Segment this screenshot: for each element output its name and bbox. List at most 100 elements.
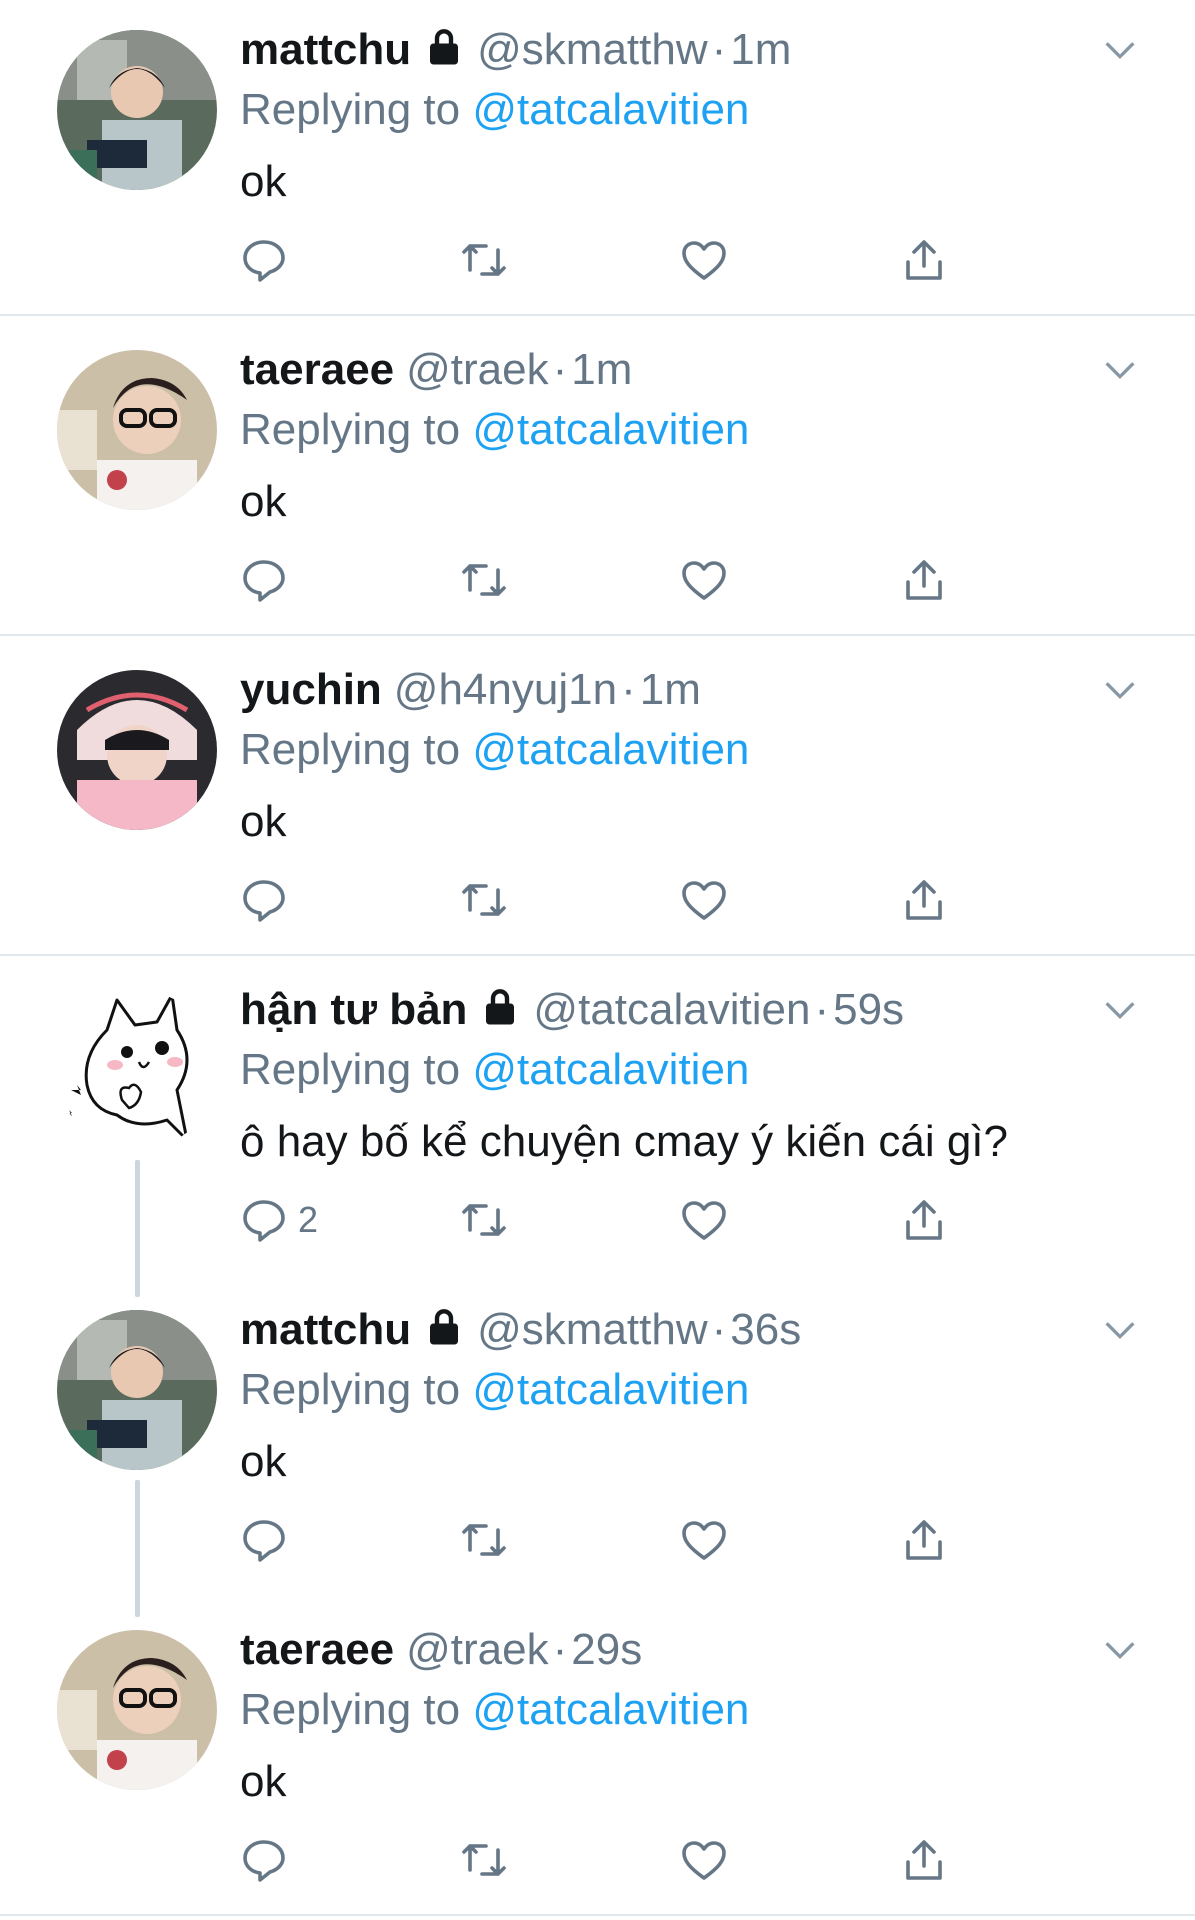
display-name[interactable]: yuchin	[240, 665, 382, 714]
mention-link[interactable]: @tatcalavitien	[472, 1045, 749, 1094]
lock-icon	[486, 989, 515, 1025]
display-name[interactable]: hận tư bản	[240, 985, 467, 1034]
tweet-text: ok	[240, 1757, 287, 1806]
handle[interactable]: @tatcalavitien	[533, 985, 810, 1034]
share-icon	[906, 240, 942, 280]
heart-icon	[682, 241, 726, 280]
share-button[interactable]	[900, 1832, 948, 1888]
reply-button[interactable]	[240, 872, 298, 928]
reply-button[interactable]	[240, 1832, 298, 1888]
chevron-down-icon[interactable]	[1100, 350, 1140, 390]
handle[interactable]: @skmatthw	[477, 25, 707, 74]
tweet[interactable]: taeraee @traek·29s Replying to @tatcalavi…	[0, 1600, 1195, 1920]
share-button[interactable]	[900, 1512, 948, 1568]
reply-icon	[243, 1840, 285, 1882]
handle[interactable]: @traek	[406, 1625, 548, 1674]
retweet-icon	[462, 564, 506, 596]
like-button[interactable]	[680, 1192, 728, 1248]
thread-line	[135, 1480, 140, 1617]
retweet-icon	[462, 1844, 506, 1876]
share-icon	[906, 1200, 942, 1240]
reply-icon	[243, 1200, 285, 1242]
mention-link[interactable]: @tatcalavitien	[472, 1365, 749, 1414]
lock-icon	[430, 29, 459, 65]
replying-label: Replying to	[240, 85, 461, 134]
mention-link[interactable]: @tatcalavitien	[472, 725, 749, 774]
share-icon	[906, 1520, 942, 1560]
mention-link[interactable]: @tatcalavitien	[472, 1685, 749, 1734]
timestamp[interactable]: 59s	[833, 985, 904, 1034]
thread-line	[135, 1160, 140, 1297]
timestamp[interactable]: 29s	[571, 1625, 642, 1674]
retweet-icon	[462, 884, 506, 916]
retweet-button[interactable]	[460, 232, 508, 288]
like-button[interactable]	[680, 1512, 728, 1568]
reply-button[interactable]	[240, 232, 298, 288]
avatar[interactable]	[57, 670, 217, 830]
avatar[interactable]	[57, 30, 217, 190]
tweet[interactable]: taeraee @traek·1m Replying to @tatcalavit…	[0, 320, 1195, 640]
replying-to: Replying to @tatcalavitien	[240, 718, 749, 782]
retweet-button[interactable]	[460, 552, 508, 608]
timestamp[interactable]: 36s	[730, 1305, 801, 1354]
reply-icon	[243, 560, 285, 602]
display-name[interactable]: mattchu	[240, 25, 411, 74]
separator: ·	[552, 345, 568, 394]
timestamp[interactable]: 1m	[730, 25, 791, 74]
share-button[interactable]	[900, 1192, 948, 1248]
mention-link[interactable]: @tatcalavitien	[472, 85, 749, 134]
display-name[interactable]: mattchu	[240, 1305, 411, 1354]
retweet-icon	[462, 1524, 506, 1556]
heart-icon	[682, 1201, 726, 1240]
tweet[interactable]: mattchu @skmatthw·1m Replying to @tatcala…	[0, 0, 1195, 320]
tweet-text: ok	[240, 477, 287, 526]
separator: ·	[552, 1625, 568, 1674]
retweet-button[interactable]	[460, 1512, 508, 1568]
tweet[interactable]: yuchin @h4nyuj1n·1m Replying to @tatcalav…	[0, 640, 1195, 960]
share-button[interactable]	[900, 232, 948, 288]
replying-to: Replying to @tatcalavitien	[240, 1358, 749, 1422]
reply-icon	[243, 1520, 285, 1562]
divider	[0, 634, 1195, 636]
chevron-down-icon[interactable]	[1100, 990, 1140, 1030]
retweet-button[interactable]	[460, 1192, 508, 1248]
tweet[interactable]: mattchu @skmatthw·36s Replying to @tatcal…	[0, 1280, 1195, 1600]
like-button[interactable]	[680, 1832, 728, 1888]
chevron-down-icon[interactable]	[1100, 1310, 1140, 1350]
handle[interactable]: @h4nyuj1n	[394, 665, 617, 714]
heart-icon	[682, 1521, 726, 1560]
display-name[interactable]: taeraee	[240, 345, 394, 394]
avatar[interactable]	[57, 1310, 217, 1470]
reply-button[interactable]	[240, 552, 298, 608]
timestamp[interactable]: 1m	[640, 665, 701, 714]
separator: ·	[814, 985, 830, 1034]
reply-button[interactable]: 2	[240, 1192, 318, 1248]
avatar[interactable]	[57, 1630, 217, 1790]
share-button[interactable]	[900, 872, 948, 928]
retweet-button[interactable]	[460, 1832, 508, 1888]
timestamp[interactable]: 1m	[571, 345, 632, 394]
retweet-button[interactable]	[460, 872, 508, 928]
tweet-text: ok	[240, 1437, 287, 1486]
tweet-text: ô hay bố kể chuyện cmay ý kiến cái gì?	[240, 1117, 1008, 1166]
mention-link[interactable]: @tatcalavitien	[472, 405, 749, 454]
avatar[interactable]	[57, 990, 217, 1150]
chevron-down-icon[interactable]	[1100, 670, 1140, 710]
handle[interactable]: @skmatthw	[477, 1305, 707, 1354]
avatar[interactable]	[57, 350, 217, 510]
like-button[interactable]	[680, 872, 728, 928]
heart-icon	[682, 881, 726, 920]
tweet[interactable]: hận tư bản @tatcalavitien·59s Replying to…	[0, 960, 1195, 1280]
replying-label: Replying to	[240, 1045, 461, 1094]
handle[interactable]: @traek	[406, 345, 548, 394]
replying-label: Replying to	[240, 1365, 461, 1414]
display-name[interactable]: taeraee	[240, 1625, 394, 1674]
reply-button[interactable]	[240, 1512, 298, 1568]
like-button[interactable]	[680, 232, 728, 288]
like-button[interactable]	[680, 552, 728, 608]
chevron-down-icon[interactable]	[1100, 1630, 1140, 1670]
share-button[interactable]	[900, 552, 948, 608]
chevron-down-icon[interactable]	[1100, 30, 1140, 70]
divider	[0, 954, 1195, 956]
replying-to: Replying to @tatcalavitien	[240, 398, 749, 462]
